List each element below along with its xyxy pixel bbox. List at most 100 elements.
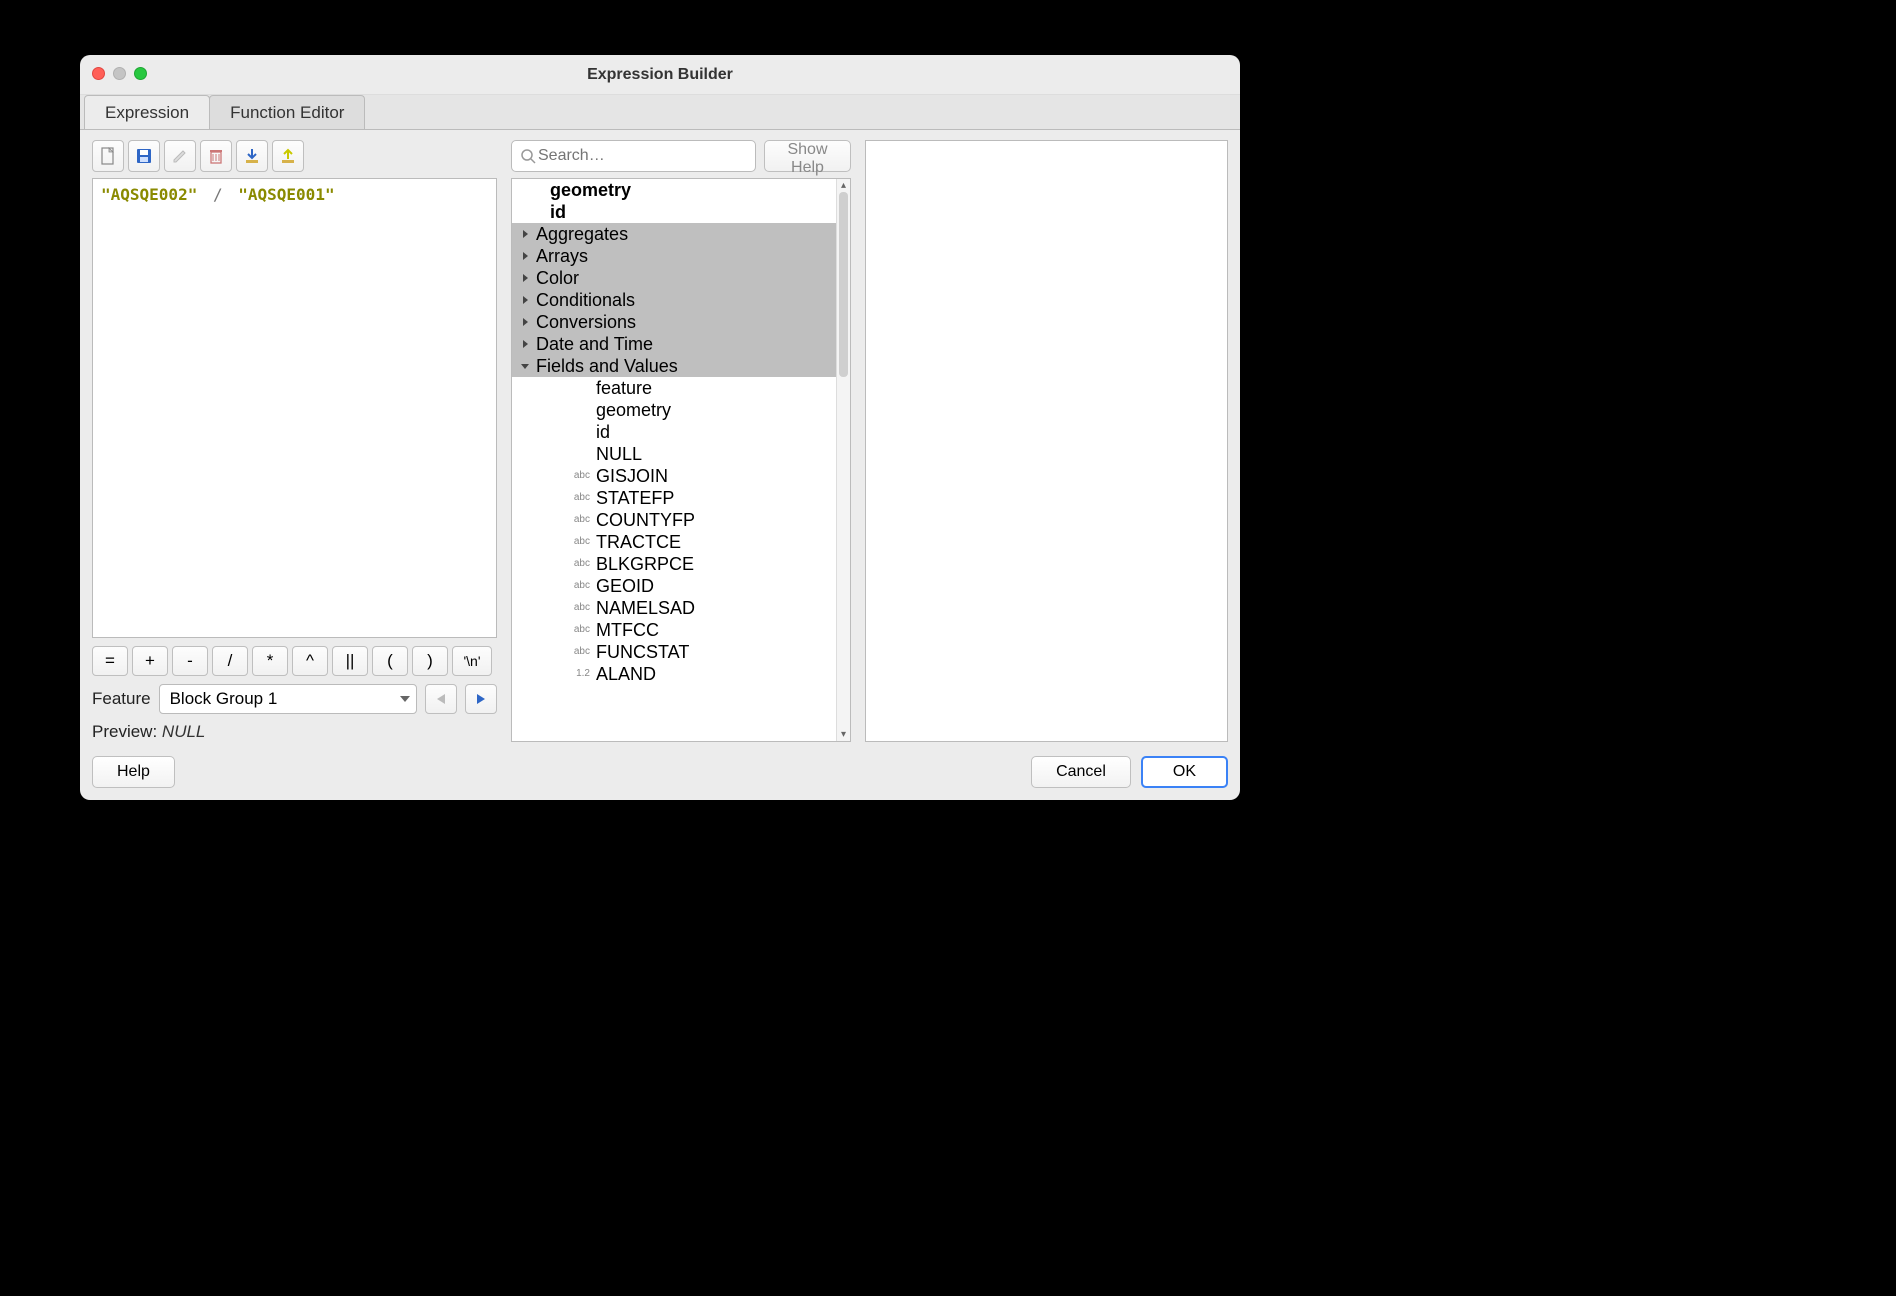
scroll-up-arrow-icon[interactable]: ▴: [837, 179, 850, 192]
cancel-button[interactable]: Cancel: [1031, 756, 1131, 788]
show-help-button[interactable]: Show Help: [764, 140, 851, 172]
op-minus[interactable]: -: [172, 646, 208, 676]
ok-button[interactable]: OK: [1141, 756, 1228, 788]
tree-group[interactable]: Fields and Values: [512, 355, 836, 377]
preview-label: Preview:: [92, 722, 157, 741]
tree-row-label: id: [596, 421, 610, 443]
op-newline[interactable]: '\n': [452, 646, 492, 676]
field-type-tag: abc: [566, 575, 590, 597]
field-type-tag: 1.2: [566, 663, 590, 685]
minimize-window-button[interactable]: [113, 67, 126, 80]
tree-row-label: GEOID: [596, 575, 654, 597]
tree-field-item[interactable]: abcNAMELSAD: [512, 597, 836, 619]
tree-row-label: geometry: [550, 179, 631, 201]
feature-label: Feature: [92, 689, 151, 709]
tree-row-label: STATEFP: [596, 487, 674, 509]
field-type-tag: abc: [566, 487, 590, 509]
op-divide[interactable]: /: [212, 646, 248, 676]
op-equals[interactable]: =: [92, 646, 128, 676]
tree-row-label: Aggregates: [536, 223, 628, 245]
field-type-tag: abc: [566, 465, 590, 487]
tree-field-item[interactable]: abcGISJOIN: [512, 465, 836, 487]
tree-field-item[interactable]: abcFUNCSTAT: [512, 641, 836, 663]
edit-expression-button[interactable]: [164, 140, 196, 172]
function-tree[interactable]: geometryidAggregatesArraysColorCondition…: [512, 179, 836, 741]
tree-row-label: Conditionals: [536, 289, 635, 311]
search-row: Show Help: [511, 140, 851, 172]
scroll-down-arrow-icon[interactable]: ▾: [837, 728, 850, 741]
tree-row-label: Conversions: [536, 311, 636, 333]
tab-expression[interactable]: Expression: [84, 95, 210, 129]
zoom-window-button[interactable]: [134, 67, 147, 80]
tree-field-item[interactable]: abcMTFCC: [512, 619, 836, 641]
content-area: "AQSQE002" / "AQSQE001" = + - / * ^ || (…: [80, 130, 1240, 748]
triangle-right-icon: [520, 273, 530, 283]
op-open-paren[interactable]: (: [372, 646, 408, 676]
search-input[interactable]: [536, 146, 747, 166]
tree-top-item[interactable]: geometry: [512, 179, 836, 201]
tabbar: Expression Function Editor: [80, 95, 1240, 130]
expression-token-operator: /: [213, 185, 223, 204]
tree-group[interactable]: Color: [512, 267, 836, 289]
field-type-tag: abc: [566, 619, 590, 641]
tree-field-item[interactable]: abcBLKGRPCE: [512, 553, 836, 575]
tree-row-label: Color: [536, 267, 579, 289]
footer: Help Cancel OK: [80, 748, 1240, 800]
close-window-button[interactable]: [92, 67, 105, 80]
op-plus[interactable]: +: [132, 646, 168, 676]
tree-field-item[interactable]: abc GEOID: [512, 575, 836, 597]
prev-feature-button[interactable]: [425, 684, 457, 714]
tree-field-item[interactable]: NULL: [512, 443, 836, 465]
tree-field-item[interactable]: abc STATEFP: [512, 487, 836, 509]
chevron-down-icon: [400, 696, 410, 702]
search-icon: [520, 148, 536, 164]
new-expression-button[interactable]: [92, 140, 124, 172]
expression-editor[interactable]: "AQSQE002" / "AQSQE001": [92, 178, 497, 638]
feature-select[interactable]: Block Group 1: [159, 684, 417, 714]
preview-row: Preview: NULL: [92, 722, 497, 742]
tree-row-label: geometry: [596, 399, 671, 421]
tree-field-item[interactable]: id: [512, 421, 836, 443]
triangle-left-icon: [435, 692, 447, 706]
tree-row-label: FUNCSTAT: [596, 641, 689, 663]
tree-group[interactable]: Aggregates: [512, 223, 836, 245]
help-button[interactable]: Help: [92, 756, 175, 788]
download-icon: [243, 147, 261, 165]
tree-group[interactable]: Arrays: [512, 245, 836, 267]
file-icon: [99, 147, 117, 165]
tab-function-editor[interactable]: Function Editor: [209, 95, 365, 129]
preview-value: NULL: [162, 722, 205, 741]
window-title: Expression Builder: [80, 66, 1240, 84]
op-multiply[interactable]: *: [252, 646, 288, 676]
triangle-right-icon: [475, 692, 487, 706]
tree-scrollbar[interactable]: ▴ ▾: [836, 179, 850, 741]
tree-field-item[interactable]: 1.2 ALAND: [512, 663, 836, 685]
tree-row-label: NAMELSAD: [596, 597, 695, 619]
op-close-paren[interactable]: ): [412, 646, 448, 676]
tree-row-label: COUNTYFP: [596, 509, 695, 531]
export-expression-button[interactable]: [272, 140, 304, 172]
tree-group[interactable]: Date and Time: [512, 333, 836, 355]
tree-field-item[interactable]: abcCOUNTYFP: [512, 509, 836, 531]
feature-selected: Block Group 1: [170, 689, 278, 709]
tree-field-item[interactable]: geometry: [512, 399, 836, 421]
tree-top-item[interactable]: id: [512, 201, 836, 223]
next-feature-button[interactable]: [465, 684, 497, 714]
triangle-right-icon: [520, 229, 530, 239]
expression-token-field2: "AQSQE001": [238, 185, 334, 204]
op-power[interactable]: ^: [292, 646, 328, 676]
delete-expression-button[interactable]: [200, 140, 232, 172]
tree-field-item[interactable]: abcTRACTCE: [512, 531, 836, 553]
field-type-tag: abc: [566, 553, 590, 575]
save-expression-button[interactable]: [128, 140, 160, 172]
import-expression-button[interactable]: [236, 140, 268, 172]
tree-group[interactable]: Conversions: [512, 311, 836, 333]
pencil-icon: [171, 147, 189, 165]
field-type-tag: abc: [566, 531, 590, 553]
tree-field-item[interactable]: feature: [512, 377, 836, 399]
tree-group[interactable]: Conditionals: [512, 289, 836, 311]
expression-token-field1: "AQSQE002": [101, 185, 197, 204]
tree-row-label: ALAND: [596, 663, 656, 685]
op-concat[interactable]: ||: [332, 646, 368, 676]
scrollbar-thumb[interactable]: [839, 192, 848, 377]
